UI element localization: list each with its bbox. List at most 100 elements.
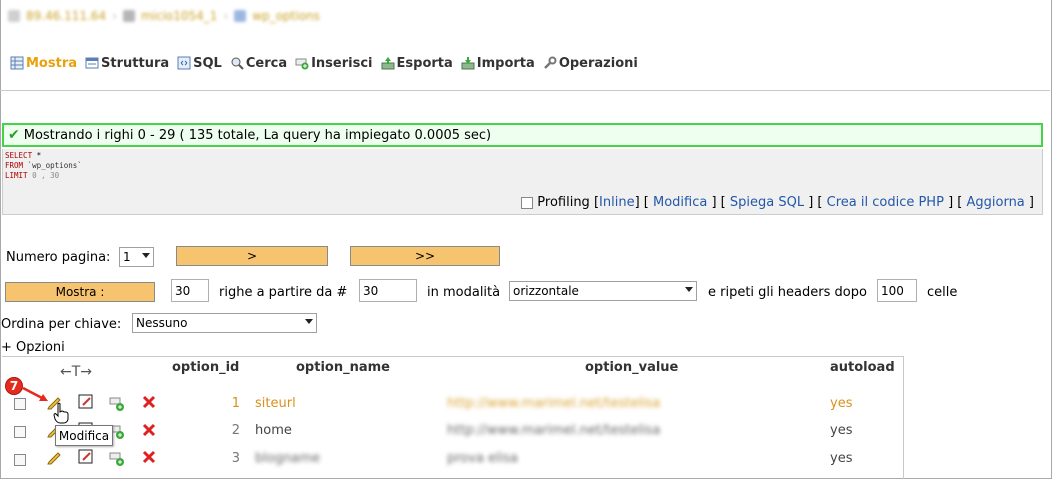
page-number-label: Numero pagina: bbox=[6, 250, 111, 265]
cell-option-id: 3 bbox=[231, 451, 240, 466]
breadcrumb-database[interactable]: micio1054_1 bbox=[141, 9, 217, 23]
column-header-option-name[interactable]: option_name bbox=[296, 360, 390, 375]
column-resize-arrows-icon[interactable]: ←T→ bbox=[60, 364, 92, 380]
cell-autoload: yes bbox=[830, 423, 853, 438]
tab-structure[interactable]: Struttura bbox=[85, 56, 169, 71]
explain-sql-link[interactable]: Spiega SQL bbox=[730, 195, 804, 210]
tab-label: Mostra bbox=[26, 55, 78, 71]
bracket: ] [ bbox=[634, 195, 653, 210]
delete-icon[interactable] bbox=[141, 449, 157, 465]
step-number-badge: 7 bbox=[5, 377, 23, 395]
tab-sql[interactable]: SQL bbox=[177, 56, 222, 71]
bracket: [ bbox=[589, 195, 600, 210]
start-row-input[interactable]: 30 bbox=[359, 279, 417, 302]
cell-option-value: prova elisa bbox=[447, 451, 519, 466]
copy-row-icon[interactable] bbox=[109, 451, 125, 467]
tab-export[interactable]: Esporta bbox=[381, 56, 453, 71]
repeat-headers-input[interactable]: 100 bbox=[877, 279, 917, 302]
tab-insert[interactable]: Inserisci bbox=[295, 55, 373, 71]
cell-autoload: yes bbox=[830, 396, 853, 411]
chevron-down-icon bbox=[142, 253, 150, 258]
cell-option-name: blogname bbox=[255, 451, 320, 466]
display-mode-select[interactable]: orizzontale bbox=[509, 281, 697, 301]
breadcrumb-table[interactable]: wp_options bbox=[252, 9, 320, 23]
insert-icon bbox=[295, 58, 309, 70]
column-header-option-id[interactable]: option_id bbox=[172, 360, 239, 375]
success-message: ✔ Mostrando i righi 0 - 29 ( 135 totale,… bbox=[2, 123, 1043, 147]
next-page-button[interactable]: > bbox=[176, 246, 328, 266]
pencil-edit-icon[interactable] bbox=[46, 449, 62, 465]
tab-label: Esporta bbox=[396, 55, 453, 71]
last-page-button[interactable]: >> bbox=[350, 246, 500, 266]
browse-icon bbox=[10, 56, 24, 70]
tab-label: Struttura bbox=[101, 55, 170, 71]
rows-count-input[interactable]: 30 bbox=[171, 279, 209, 302]
tab-import[interactable]: Importa bbox=[461, 56, 535, 71]
tab-search[interactable]: Cerca bbox=[230, 56, 287, 71]
annotation-arrow-icon bbox=[22, 386, 48, 401]
profiling-label: Profiling bbox=[537, 195, 590, 210]
tab-bar: Mostra Struttura SQL Cerca Inserisci Esp… bbox=[10, 54, 646, 72]
sql-keyword: SELECT bbox=[5, 151, 33, 160]
profiling-checkbox[interactable] bbox=[521, 196, 534, 209]
sql-links: Profiling [Inline] [ Modifica ] [ Spiega… bbox=[521, 195, 1034, 210]
cell-option-value: http://www.marimel.net/testelisa bbox=[447, 396, 661, 411]
options-toggle-link[interactable]: + Opzioni bbox=[1, 340, 65, 355]
bracket: ] bbox=[1024, 195, 1034, 210]
refresh-link[interactable]: Aggiorna bbox=[966, 195, 1024, 210]
delete-icon[interactable] bbox=[141, 422, 157, 438]
tab-browse[interactable]: Mostra bbox=[10, 56, 77, 71]
page-number-value: 1 bbox=[123, 250, 131, 264]
bracket: ] [ bbox=[707, 195, 730, 210]
cell-option-id: 1 bbox=[231, 396, 240, 411]
row-checkbox[interactable] bbox=[14, 426, 26, 438]
breadcrumb-server[interactable]: 89.46.111.64 bbox=[26, 9, 106, 23]
page-number-select[interactable]: 1 bbox=[119, 247, 154, 267]
table-icon bbox=[234, 10, 247, 22]
cells-label: celle bbox=[927, 285, 958, 300]
tab-label: Importa bbox=[476, 55, 535, 71]
column-header-option-value[interactable]: option_value bbox=[585, 360, 678, 375]
hand-cursor-icon bbox=[53, 402, 69, 424]
sql-query-text[interactable]: SELECT * FROM `wp_options` LIMIT 0 , 30 bbox=[5, 151, 82, 181]
copy-row-icon[interactable] bbox=[109, 396, 125, 412]
structure-icon bbox=[85, 57, 99, 69]
sort-key-label: Ordina per chiave: bbox=[1, 317, 122, 332]
breadcrumb-separator: › bbox=[112, 9, 117, 23]
sql-icon bbox=[177, 56, 191, 70]
create-php-link[interactable]: Crea il codice PHP bbox=[827, 195, 944, 210]
inline-link[interactable]: Inline bbox=[599, 195, 635, 210]
sql-text: * bbox=[32, 151, 42, 160]
check-icon: ✔ bbox=[8, 127, 20, 143]
tab-label: Inserisci bbox=[311, 55, 373, 71]
mode-label: in modalità bbox=[427, 285, 501, 300]
server-icon bbox=[8, 10, 20, 22]
rows-from-label: righe a partire da # bbox=[219, 285, 348, 300]
inline-edit-icon[interactable] bbox=[78, 449, 94, 465]
export-icon bbox=[381, 57, 395, 70]
bracket: ] [ bbox=[943, 195, 967, 210]
tab-label: SQL bbox=[193, 55, 222, 71]
sql-query-box: SELECT * FROM `wp_options` LIMIT 0 , 30 … bbox=[2, 149, 1043, 215]
row-checkbox[interactable] bbox=[14, 454, 26, 466]
tabs-divider bbox=[0, 90, 1050, 91]
bracket: ] [ bbox=[804, 195, 827, 210]
tab-label: Operazioni bbox=[558, 55, 638, 71]
delete-icon[interactable] bbox=[141, 394, 157, 410]
cell-option-value: http://www.marimel.net/testelisa bbox=[447, 423, 661, 438]
inline-edit-icon[interactable] bbox=[78, 394, 94, 410]
search-icon bbox=[231, 57, 244, 70]
edit-query-link[interactable]: Modifica bbox=[653, 195, 707, 210]
show-button[interactable]: Mostra : bbox=[5, 282, 155, 302]
cell-autoload: yes bbox=[830, 451, 853, 466]
chevron-down-icon bbox=[305, 319, 313, 324]
chevron-down-icon bbox=[685, 287, 693, 292]
column-header-autoload[interactable]: autoload bbox=[830, 360, 895, 375]
sort-key-select[interactable]: Nessuno bbox=[132, 313, 317, 333]
tab-label: Cerca bbox=[245, 55, 288, 71]
wrench-icon bbox=[543, 56, 557, 69]
cell-option-id: 2 bbox=[231, 423, 240, 438]
tab-operations[interactable]: Operazioni bbox=[543, 56, 638, 71]
tooltip: Modifica bbox=[55, 425, 113, 446]
cell-option-name: siteurl bbox=[255, 396, 296, 411]
